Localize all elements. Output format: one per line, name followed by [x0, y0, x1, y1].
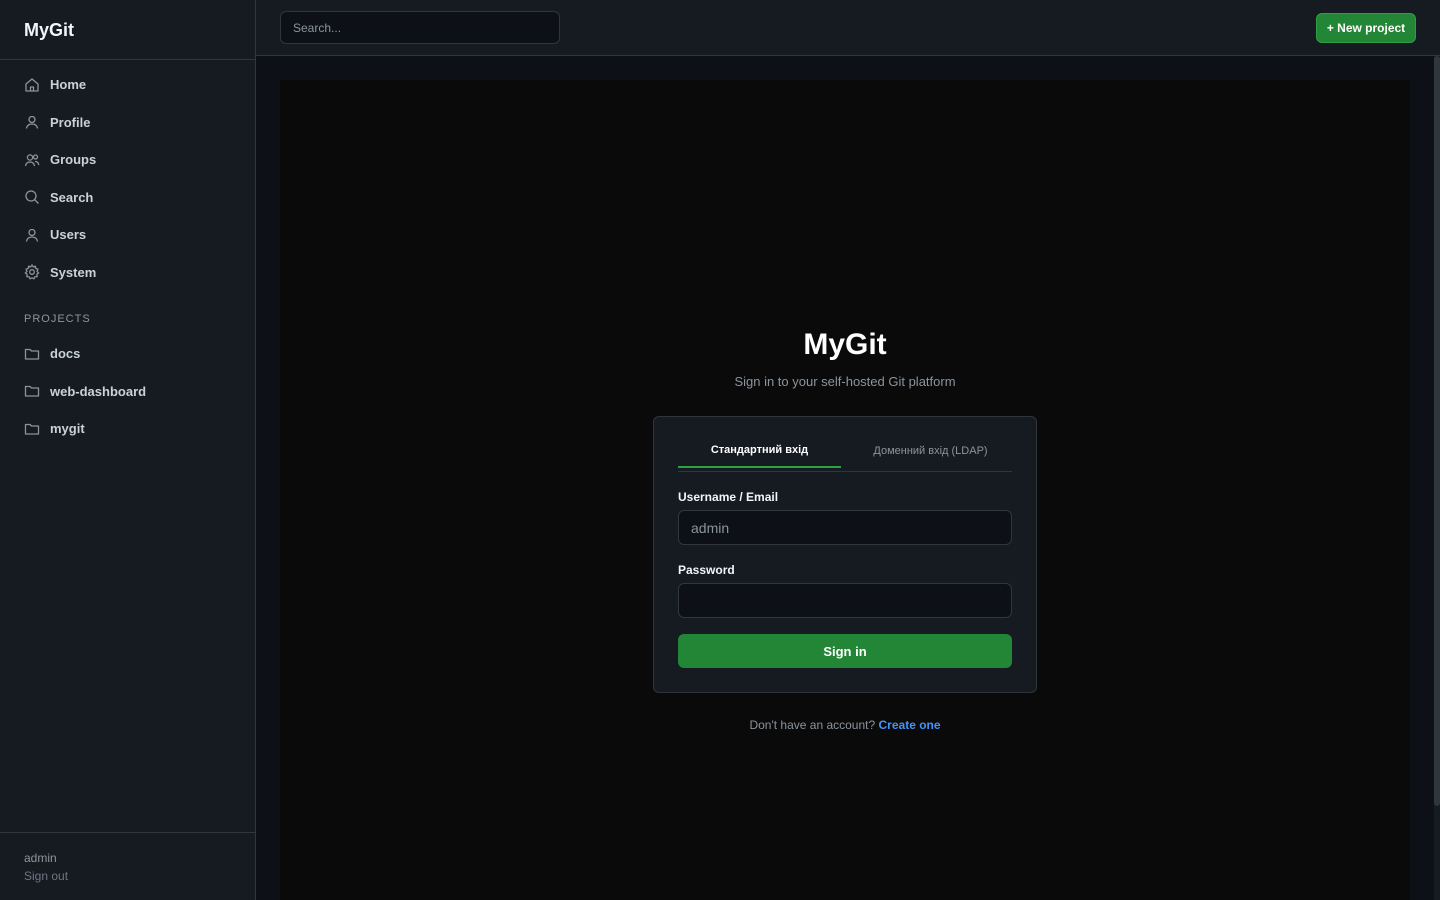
- topbar: + New project: [256, 0, 1440, 56]
- username-input[interactable]: [678, 510, 1012, 545]
- login-tabs: Стандартний вхід Доменний вхід (LDAP): [678, 433, 1012, 472]
- sidebar-footer: admin Sign out: [0, 832, 255, 900]
- tab-standard-login[interactable]: Стандартний вхід: [678, 433, 841, 468]
- brand-logo[interactable]: MyGit: [0, 0, 255, 60]
- password-input[interactable]: [678, 583, 1012, 618]
- gear-icon: [24, 264, 40, 280]
- sidebar-item-users[interactable]: Users: [0, 216, 255, 254]
- login-subtitle: Sign in to your self-hosted Git platform: [734, 374, 956, 389]
- sidebar-item-label: Search: [50, 189, 94, 205]
- global-search-input[interactable]: [280, 11, 560, 44]
- sidebar-item-label: docs: [50, 346, 81, 362]
- login-card: Стандартний вхід Доменний вхід (LDAP) Us…: [653, 416, 1037, 693]
- sign-out-link[interactable]: Sign out: [24, 869, 231, 883]
- sidebar-item-groups[interactable]: Groups: [0, 141, 255, 179]
- new-project-button[interactable]: + New project: [1316, 13, 1416, 43]
- user-icon: [24, 114, 40, 130]
- sidebar-item-search[interactable]: Search: [0, 179, 255, 217]
- sign-in-button[interactable]: Sign in: [678, 634, 1012, 668]
- page-scrollbar[interactable]: [1434, 56, 1440, 900]
- sidebar-project-web-dashboard[interactable]: web-dashboard: [0, 373, 255, 411]
- app-root: MyGit Home Profile Groups Search Users S…: [0, 0, 1440, 900]
- sidebar: MyGit Home Profile Groups Search Users S…: [0, 0, 256, 900]
- sidebar-nav: Home Profile Groups Search Users System …: [0, 60, 255, 448]
- current-username: admin: [24, 851, 57, 865]
- users-icon: [24, 152, 40, 168]
- sidebar-item-home[interactable]: Home: [0, 66, 255, 104]
- sidebar-item-label: Home: [50, 77, 87, 93]
- scrollbar-thumb[interactable]: [1434, 56, 1440, 806]
- folder-icon: [24, 421, 40, 437]
- password-label: Password: [678, 563, 735, 577]
- tab-ldap-login[interactable]: Доменний вхід (LDAP): [849, 433, 1012, 468]
- sidebar-item-label: System: [50, 264, 97, 280]
- sidebar-project-docs[interactable]: docs: [0, 335, 255, 373]
- sidebar-item-label: Users: [50, 227, 87, 243]
- sidebar-item-label: web-dashboard: [50, 383, 147, 399]
- sidebar-item-label: Profile: [50, 114, 91, 130]
- sidebar-item-label: Groups: [50, 152, 97, 168]
- home-icon: [24, 77, 40, 93]
- sidebar-item-system[interactable]: System: [0, 254, 255, 292]
- folder-icon: [24, 383, 40, 399]
- user-icon: [24, 227, 40, 243]
- signup-prompt: Don't have an account? Create one: [280, 718, 1410, 732]
- login-title: MyGit: [803, 328, 887, 361]
- folder-icon: [24, 346, 40, 362]
- sidebar-project-mygit[interactable]: mygit: [0, 410, 255, 448]
- sidebar-item-profile[interactable]: Profile: [0, 104, 255, 142]
- username-label: Username / Email: [678, 490, 779, 504]
- search-icon: [24, 189, 40, 205]
- projects-section-label: PROJECTS: [24, 313, 91, 325]
- sidebar-item-label: mygit: [50, 421, 85, 437]
- signup-text: Don't have an account?: [749, 718, 876, 732]
- create-account-link[interactable]: Create one: [879, 718, 941, 732]
